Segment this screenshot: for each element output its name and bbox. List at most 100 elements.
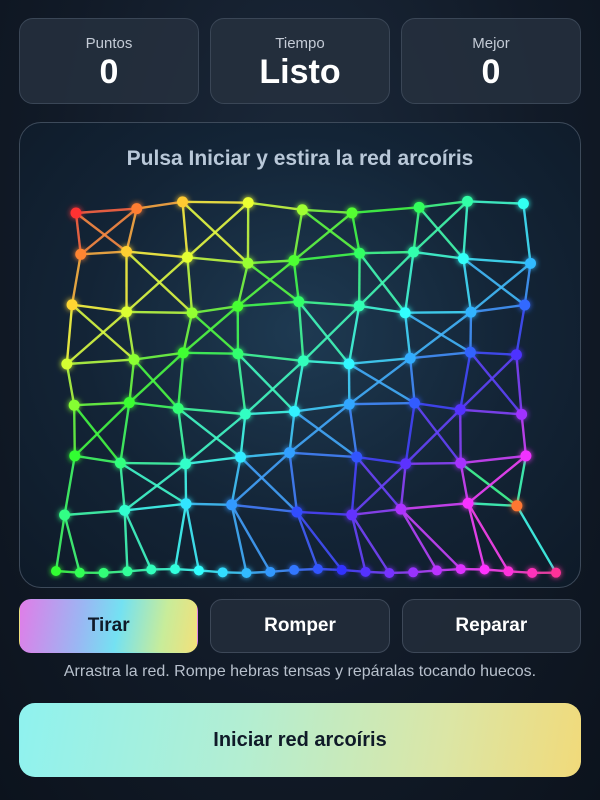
net-strand[interactable]	[187, 256, 249, 265]
net-node[interactable]	[69, 450, 81, 462]
net-strand[interactable]	[295, 511, 343, 571]
net-node[interactable]	[193, 565, 204, 576]
net-node[interactable]	[297, 355, 309, 367]
mode-pull-button[interactable]: Tirar	[19, 599, 199, 653]
net-node[interactable]	[455, 457, 467, 469]
net-strand[interactable]	[467, 454, 527, 505]
net-node[interactable]	[119, 504, 131, 516]
net-node[interactable]	[400, 458, 412, 470]
net-strand[interactable]	[399, 463, 407, 510]
net-node[interactable]	[123, 397, 135, 409]
net-strand[interactable]	[231, 503, 298, 514]
net-strand[interactable]	[54, 514, 66, 572]
net-strand[interactable]	[302, 208, 353, 215]
net-node[interactable]	[336, 564, 347, 575]
net-strand[interactable]	[237, 352, 304, 363]
net-strand[interactable]	[466, 502, 486, 570]
net-node[interactable]	[461, 195, 473, 207]
net-node[interactable]	[288, 254, 300, 266]
net-strand[interactable]	[184, 503, 201, 571]
net-strand[interactable]	[412, 207, 421, 253]
net-node[interactable]	[122, 566, 133, 577]
net-strand[interactable]	[66, 358, 135, 366]
net-strand[interactable]	[359, 250, 414, 255]
net-node[interactable]	[465, 306, 477, 318]
net-strand[interactable]	[348, 357, 411, 406]
net-strand[interactable]	[230, 504, 248, 574]
net-node[interactable]	[288, 405, 300, 417]
net-strand[interactable]	[245, 410, 295, 416]
net-strand[interactable]	[351, 206, 420, 215]
net-strand[interactable]	[460, 408, 522, 416]
net-strand[interactable]	[403, 251, 415, 313]
net-strand[interactable]	[247, 259, 294, 265]
net-strand[interactable]	[410, 351, 471, 360]
net-node[interactable]	[408, 567, 419, 578]
net-strand[interactable]	[237, 300, 299, 308]
net-strand[interactable]	[349, 401, 415, 406]
net-strand[interactable]	[123, 510, 129, 572]
net-strand[interactable]	[129, 401, 179, 410]
net-strand[interactable]	[181, 201, 189, 258]
net-strand[interactable]	[467, 200, 524, 205]
net-strand[interactable]	[182, 200, 249, 204]
net-strand[interactable]	[74, 212, 82, 255]
net-strand[interactable]	[350, 456, 358, 515]
net-strand[interactable]	[356, 455, 406, 465]
net-node[interactable]	[519, 299, 531, 311]
net-node[interactable]	[520, 450, 532, 462]
net-strand[interactable]	[515, 304, 526, 355]
net-strand[interactable]	[413, 250, 464, 260]
net-node[interactable]	[399, 307, 411, 319]
net-strand[interactable]	[248, 201, 303, 212]
net-strand[interactable]	[515, 354, 523, 415]
net-node[interactable]	[413, 201, 425, 213]
net-strand[interactable]	[75, 207, 137, 215]
net-node[interactable]	[395, 503, 407, 515]
net-node[interactable]	[409, 397, 421, 409]
net-strand[interactable]	[522, 203, 532, 264]
net-node[interactable]	[462, 497, 474, 509]
net-node[interactable]	[186, 307, 198, 319]
rainbow-net-canvas[interactable]	[20, 123, 580, 587]
net-node[interactable]	[503, 566, 514, 577]
net-node[interactable]	[464, 346, 476, 358]
net-node[interactable]	[181, 251, 193, 263]
net-node[interactable]	[284, 447, 296, 459]
net-strand[interactable]	[178, 407, 246, 416]
net-strand[interactable]	[72, 405, 76, 456]
net-node[interactable]	[75, 248, 87, 260]
net-strand[interactable]	[126, 310, 193, 315]
net-strand[interactable]	[125, 256, 189, 313]
net-node[interactable]	[551, 567, 561, 578]
net-strand[interactable]	[74, 454, 121, 465]
net-strand[interactable]	[298, 300, 360, 308]
net-strand[interactable]	[230, 504, 272, 573]
net-strand[interactable]	[414, 401, 461, 411]
net-strand[interactable]	[520, 414, 528, 457]
net-strand[interactable]	[186, 257, 194, 313]
net-node[interactable]	[404, 352, 416, 364]
net-strand[interactable]	[63, 455, 76, 516]
net-strand[interactable]	[405, 310, 471, 314]
net-node[interactable]	[343, 358, 355, 370]
mode-repair-button[interactable]: Reparar	[401, 599, 581, 653]
net-node[interactable]	[384, 567, 395, 578]
net-strand[interactable]	[288, 452, 299, 513]
net-node[interactable]	[479, 564, 490, 575]
net-strand[interactable]	[358, 251, 415, 307]
net-node[interactable]	[408, 246, 420, 258]
net-strand[interactable]	[74, 401, 130, 407]
net-node[interactable]	[296, 204, 308, 216]
net-node[interactable]	[241, 567, 252, 578]
net-strand[interactable]	[348, 404, 358, 458]
net-strand[interactable]	[70, 254, 82, 305]
net-node[interactable]	[265, 566, 276, 577]
net-node[interactable]	[226, 499, 238, 511]
net-strand[interactable]	[237, 352, 296, 413]
net-node[interactable]	[354, 247, 366, 259]
net-strand[interactable]	[293, 211, 353, 262]
net-strand[interactable]	[119, 462, 126, 511]
net-strand[interactable]	[359, 304, 406, 314]
net-strand[interactable]	[289, 451, 357, 459]
